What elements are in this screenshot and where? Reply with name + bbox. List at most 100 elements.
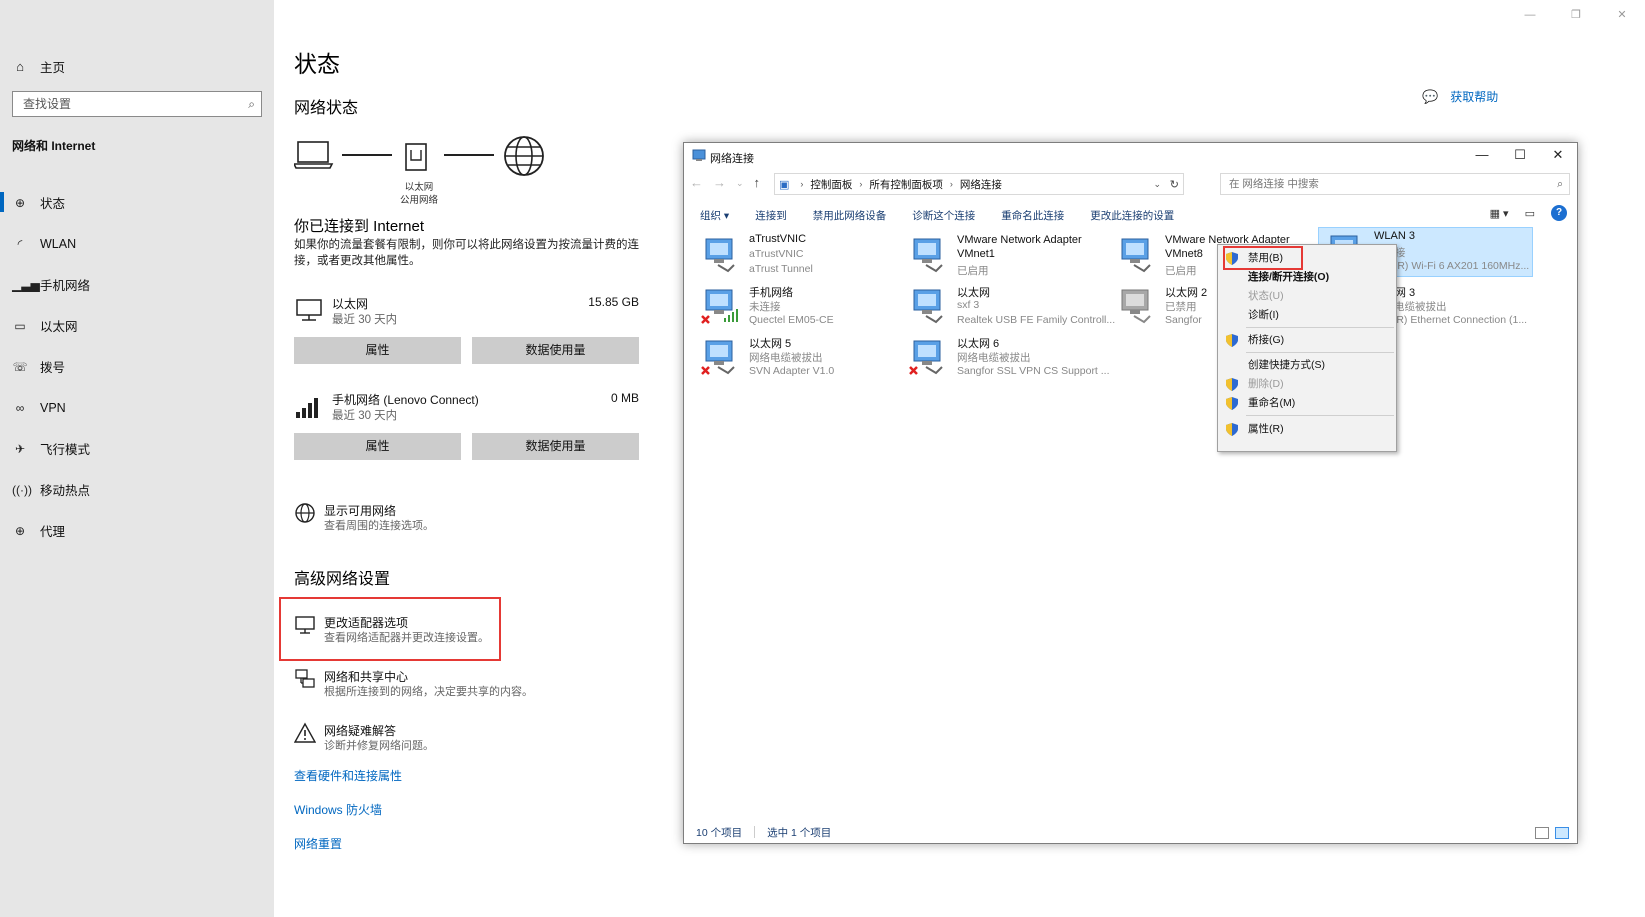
menu-item-rename[interactable]: 重命名(M)	[1218, 393, 1396, 413]
advanced-title: 高级网络设置	[294, 571, 391, 588]
uac-shield-icon	[1226, 397, 1238, 410]
chevron-down-icon[interactable]: ⌄	[1153, 179, 1161, 190]
get-help-label: 获取帮助	[1450, 90, 1499, 104]
network-adapter-disabled-icon	[1121, 289, 1151, 324]
connection-period: 最近 30 天内	[332, 410, 398, 422]
settings-search-input[interactable]: 查找设置 ⌕	[12, 91, 262, 117]
connection-item[interactable]: 手机网络 未连接 Quectel EM05-CE	[694, 282, 904, 332]
show-networks-link[interactable]: 显示可用网络 查看周围的连接选项。	[294, 502, 634, 536]
connection-item[interactable]: 以太网 sxf 3 Realtek USB FE Family Controll…	[902, 282, 1115, 332]
firewall-link[interactable]: Windows 防火墙	[294, 801, 382, 818]
explorer-title: 网络连接	[710, 153, 754, 165]
menu-item-connect[interactable]: 连接/断开连接(O)	[1218, 267, 1396, 287]
network-adapter-icon	[913, 238, 943, 273]
sidebar-item-airplane[interactable]: ✈ 飞行模式	[0, 428, 274, 469]
sidebar-item-proxy[interactable]: ⊕ 代理	[0, 510, 274, 551]
breadcrumb-item[interactable]: 网络连接	[960, 177, 1002, 192]
close-button[interactable]: ✕	[1599, 0, 1645, 30]
address-bar[interactable]: ▣ › 控制面板 › 所有控制面板项 › 网络连接 ⌄ ↻	[774, 173, 1184, 195]
home-icon: ⌂	[16, 58, 24, 74]
connection-item[interactable]: 以太网 6 网络电缆被拔出 Sangfor SSL VPN CS Support…	[902, 333, 1112, 383]
sidebar-home-label: 主页	[40, 60, 66, 75]
sharing-center-link[interactable]: 网络和共享中心 根据所连接到的网络，决定要共享的内容。	[294, 668, 634, 702]
cellular-icon: ▁▃▅	[12, 277, 40, 292]
item-status: 已禁用	[1165, 301, 1197, 313]
data-usage-button[interactable]: 数据使用量	[472, 433, 639, 460]
data-usage-button[interactable]: 数据使用量	[472, 337, 639, 364]
menu-item-bridge[interactable]: 桥接(G)	[1218, 330, 1396, 350]
sidebar-item-vpn[interactable]: ∞ VPN	[0, 387, 274, 428]
item-count: 10 个项目	[696, 826, 743, 839]
item-status: sxf 3	[957, 299, 980, 311]
menu-item-label: 连接/断开连接(O)	[1248, 271, 1330, 283]
connection-item[interactable]: 以太网 5 网络电缆被拔出 SVN Adapter V1.0	[694, 333, 904, 383]
airplane-icon: ✈	[14, 441, 26, 456]
sidebar-item-hotspot[interactable]: ((·)) 移动热点	[0, 469, 274, 510]
network-reset-link[interactable]: 网络重置	[294, 835, 342, 852]
sidebar-item-dialup[interactable]: ☏ 拨号	[0, 346, 274, 387]
properties-button[interactable]: 属性	[294, 433, 461, 460]
sidebar-home[interactable]: ⌂ 主页	[12, 55, 65, 77]
connection-item[interactable]: VMware Network Adapter VMnet1 已启用	[902, 231, 1112, 281]
properties-button[interactable]: 属性	[294, 337, 461, 364]
close-button[interactable]: ✕	[1539, 143, 1577, 167]
menu-item-label: 状态(U)	[1248, 290, 1284, 302]
get-help-link[interactable]: 💬 获取帮助	[1422, 88, 1498, 105]
connection-period: 最近 30 天内	[332, 314, 398, 326]
item-status: 未连接	[749, 301, 781, 313]
wifi-icon: ◜	[17, 236, 23, 251]
organize-button[interactable]: 组织 ▾	[700, 208, 729, 223]
menu-item-diagnose[interactable]: 诊断(I)	[1218, 305, 1396, 325]
details-view-icon[interactable]	[1535, 827, 1549, 839]
sharing-center-icon	[295, 669, 315, 688]
back-icon[interactable]: ←	[690, 175, 703, 191]
connection-usage: 0 MB	[610, 391, 639, 405]
forward-icon[interactable]: →	[713, 175, 726, 191]
minimize-button[interactable]: —	[1463, 143, 1501, 167]
disable-device-button[interactable]: 禁用此网络设备	[813, 208, 887, 223]
help-icon[interactable]: ?	[1551, 205, 1567, 221]
item-status: 已启用	[957, 265, 989, 277]
network-adapter-unplugged-icon	[909, 340, 943, 375]
diagnose-button[interactable]: 诊断这个连接	[912, 208, 975, 223]
item-name: VMware Network Adapter VMnet1	[957, 234, 1082, 260]
explorer-search-input[interactable]: 在 网络连接 中搜索 ⌕	[1220, 173, 1570, 195]
breadcrumb-item[interactable]: 所有控制面板项	[869, 177, 943, 192]
sidebar-item-ethernet[interactable]: ▭ 以太网	[0, 305, 274, 346]
diagram-line	[342, 154, 392, 156]
search-placeholder: 查找设置	[23, 97, 72, 111]
sidebar-item-cellular[interactable]: ▁▃▅ 手机网络	[0, 264, 274, 305]
connection-name: 手机网络 (Lenovo Connect)	[332, 393, 479, 407]
sidebar-item-wlan[interactable]: ◜ WLAN	[0, 223, 274, 264]
menu-item-shortcut[interactable]: 创建快捷方式(S)	[1218, 355, 1396, 375]
item-status: 网络电缆被拔出	[957, 352, 1031, 364]
rename-button[interactable]: 重命名此连接	[1001, 208, 1064, 223]
troubleshoot-link[interactable]: 网络疑难解答 诊断并修复网络问题。	[294, 722, 634, 756]
minimize-button[interactable]: —	[1507, 0, 1553, 30]
hardware-properties-link[interactable]: 查看硬件和连接属性	[294, 767, 402, 784]
connection-item[interactable]: aTrustVNIC aTrustVNIC aTrust Tunnel	[694, 231, 904, 281]
menu-item-properties[interactable]: 属性(R)	[1218, 419, 1396, 439]
connect-to-button[interactable]: 连接到	[755, 208, 787, 223]
category-title: 网络和 Internet	[12, 139, 96, 153]
preview-pane-icon[interactable]: ▭	[1525, 207, 1535, 220]
refresh-icon[interactable]: ↻	[1170, 178, 1179, 191]
view-options-icon[interactable]: ▦ ▾	[1490, 207, 1509, 220]
recent-dropdown-icon[interactable]: ⌄	[736, 175, 744, 191]
diagram-line	[444, 154, 494, 156]
diagram-label-ethernet: 以太网	[404, 182, 434, 193]
item-device: SVN Adapter V1.0	[749, 365, 835, 377]
network-adapter-icon	[705, 238, 735, 273]
sidebar-item-status[interactable]: ⊕ 状态	[0, 182, 274, 223]
breadcrumb-item[interactable]: 控制面板	[810, 177, 852, 192]
maximize-button[interactable]: ☐	[1501, 143, 1539, 167]
sidebar-item-label: 状态	[40, 197, 66, 211]
up-icon[interactable]: ↑	[754, 175, 761, 191]
item-name: 以太网 6	[957, 338, 1000, 350]
restore-button[interactable]: ❐	[1553, 0, 1599, 30]
tiles-view-icon[interactable]	[1555, 827, 1569, 839]
change-settings-button[interactable]: 更改此连接的设置	[1090, 208, 1174, 223]
menu-item-label: 桥接(G)	[1248, 334, 1285, 346]
help-chat-icon: 💬	[1422, 88, 1439, 104]
sidebar-item-label: 代理	[40, 525, 66, 539]
